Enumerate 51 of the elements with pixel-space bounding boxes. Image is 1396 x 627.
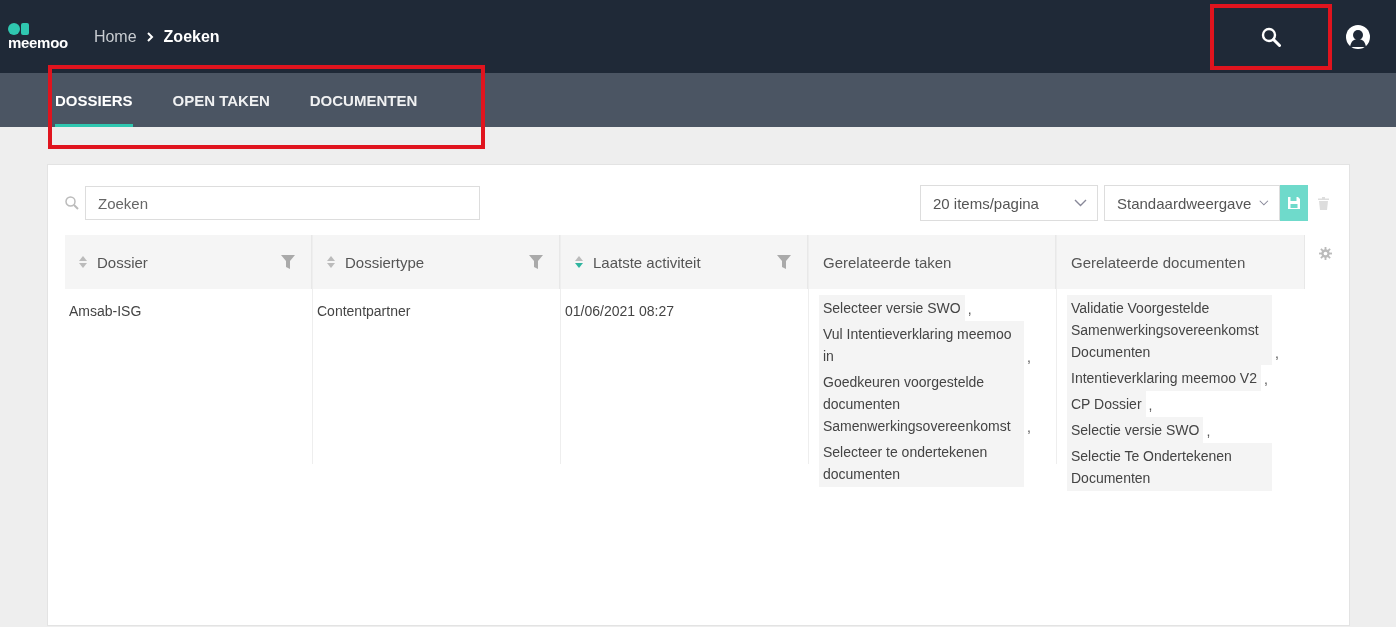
related-link[interactable]: Selectie versie SWO — [1067, 417, 1204, 443]
separator-comma: , — [1205, 423, 1211, 441]
separator-comma: , — [1263, 371, 1268, 389]
filter-icon[interactable] — [529, 255, 543, 269]
column-header[interactable]: Dossier — [65, 235, 312, 289]
related-link[interactable]: Selecteer versie SWO — [819, 295, 965, 321]
separator-comma: , — [1147, 397, 1153, 415]
caret-icon — [1259, 199, 1269, 207]
filter-icon[interactable] — [777, 255, 791, 269]
separator-comma: , — [1274, 345, 1279, 363]
separator-comma: , — [1026, 419, 1031, 437]
related-link[interactable]: Vul Intentieverklaring meemoo in — [819, 321, 1024, 369]
related-link[interactable]: Selectie Te Ondertekenen Documenten — [1067, 443, 1272, 491]
column-header[interactable]: Gerelateerde documenten — [1057, 235, 1305, 289]
logo-text: meemoo — [8, 35, 68, 50]
sort-icon[interactable] — [575, 256, 583, 268]
tab[interactable]: OPEN TAKEN — [172, 73, 270, 127]
breadcrumb-current: Zoeken — [163, 27, 220, 46]
view-dropdown[interactable]: Standaardweergave — [1104, 185, 1280, 221]
separator-comma: , — [966, 301, 972, 319]
separator-comma: , — [1026, 349, 1031, 367]
table-cell-text: Contentpartner — [316, 302, 412, 321]
settings-icon[interactable] — [1319, 247, 1332, 260]
column-header[interactable]: Gerelateerde taken — [809, 235, 1056, 289]
tab[interactable]: DOCUMENTEN — [309, 73, 418, 127]
table-cell-text: Amsab-ISG — [68, 302, 143, 321]
related-link[interactable]: Selecteer te ondertekenen documenten — [819, 439, 1024, 487]
search-field[interactable]: Zoeken — [85, 186, 480, 220]
breadcrumb-link[interactable]: Home — [93, 27, 137, 46]
related-link[interactable]: Validatie Voorgestelde Samenwerkingsovereenkomst Documenten — [1067, 295, 1272, 365]
filter-icon[interactable] — [281, 255, 295, 269]
avatar-icon[interactable] — [1346, 24, 1370, 49]
column-header[interactable]: Dossiertype — [313, 235, 560, 289]
sort-icon[interactable] — [327, 256, 335, 268]
search-icon — [65, 196, 79, 210]
chevron-icon — [146, 31, 154, 42]
column-header[interactable]: Laatste activiteit — [561, 235, 808, 289]
search-icon — [1261, 26, 1281, 47]
related-link[interactable]: Goedkeuren voorgestelde documenten Samenwerkingsovereenkomst — [819, 369, 1024, 439]
caret-icon — [1074, 199, 1087, 207]
trash-icon[interactable] — [1318, 196, 1329, 210]
tab[interactable]: DOSSIERS — [55, 73, 133, 127]
floppy-icon — [1287, 196, 1301, 210]
sort-icon[interactable] — [79, 256, 87, 268]
table-cell-text: 01/06/2021 08:27 — [564, 302, 675, 321]
search-button[interactable] — [1210, 3, 1332, 70]
save-button[interactable] — [1280, 185, 1308, 221]
related-link[interactable]: CP Dossier — [1067, 391, 1146, 417]
logo-icon — [8, 23, 30, 35]
page-size-dropdown[interactable]: 20 items/pagina — [920, 185, 1098, 221]
related-link[interactable]: Intentieverklaring meemoo V2 — [1067, 365, 1261, 391]
